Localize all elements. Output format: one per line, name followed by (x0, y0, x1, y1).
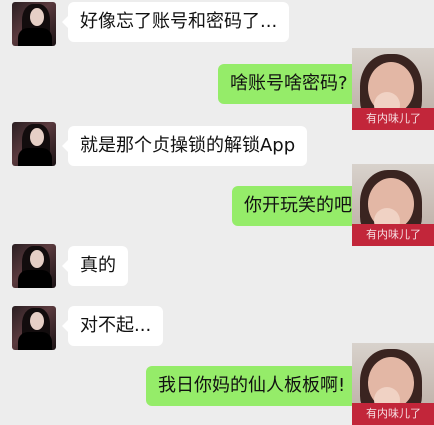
contact-avatar[interactable] (12, 306, 56, 350)
avatar-face (30, 312, 44, 330)
message-bubble-outgoing[interactable]: 啥账号啥密码? (218, 64, 366, 104)
avatar-watermark: 有内味儿了 (366, 407, 421, 420)
contact-avatar[interactable] (12, 244, 56, 288)
avatar-body (18, 332, 52, 350)
self-avatar[interactable]: 有内味儿了 (352, 343, 434, 425)
avatar-body (18, 270, 52, 288)
message-bubble-incoming[interactable]: 对不起... (61, 306, 164, 346)
avatar-body (18, 28, 52, 46)
message-text: 好像忘了账号和密码了... (80, 11, 278, 32)
contact-avatar[interactable] (12, 2, 56, 46)
message-text: 我日你妈的仙人板板啊! (158, 375, 346, 396)
avatar-body (18, 148, 52, 166)
contact-avatar[interactable] (12, 122, 56, 166)
message-bubble-incoming[interactable]: 好像忘了账号和密码了... (61, 2, 290, 42)
avatar-face (30, 250, 44, 268)
message-bubble-outgoing[interactable]: 你开玩笑的吧 (232, 186, 370, 226)
message-bubble-outgoing[interactable]: 我日你妈的仙人板板啊! (146, 366, 364, 406)
message-text: 啥账号啥密码? (230, 73, 348, 94)
chat-window: 好像忘了账号和密码了... 啥账号啥密码? 有内味儿了 就是那个贞操锁的解锁Ap… (0, 0, 434, 425)
avatar-face (30, 8, 44, 26)
avatar-watermark: 有内味儿了 (366, 228, 421, 241)
avatar-watermark: 有内味儿了 (366, 112, 421, 125)
message-text: 真的 (80, 255, 116, 276)
message-text: 你开玩笑的吧 (244, 195, 352, 216)
self-avatar[interactable]: 有内味儿了 (352, 164, 434, 246)
message-text: 就是那个贞操锁的解锁App (80, 135, 296, 156)
message-bubble-incoming[interactable]: 就是那个贞操锁的解锁App (61, 126, 308, 166)
message-bubble-incoming[interactable]: 真的 (62, 246, 128, 286)
self-avatar[interactable]: 有内味儿了 (352, 48, 434, 130)
avatar-face (30, 128, 44, 146)
message-text: 对不起... (80, 315, 152, 336)
